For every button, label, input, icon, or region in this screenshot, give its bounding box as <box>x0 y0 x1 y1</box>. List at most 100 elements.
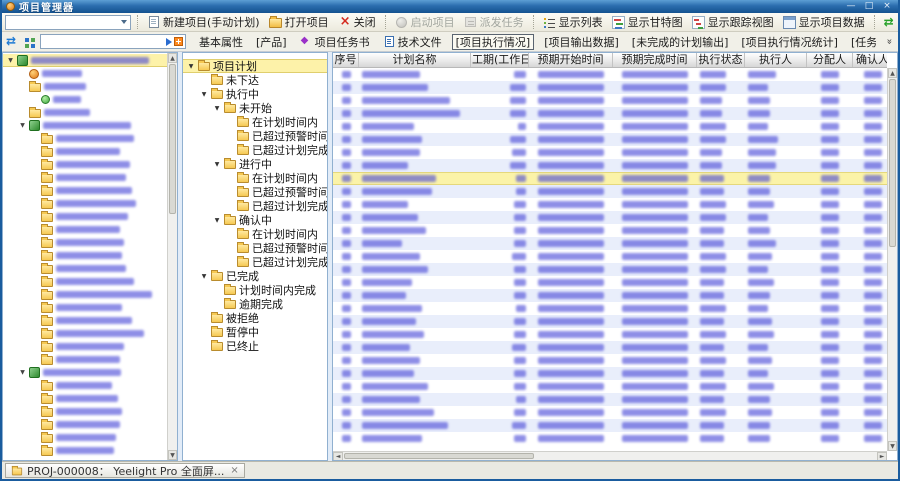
table-row[interactable] <box>333 302 887 315</box>
tree-expand-icon[interactable]: ▼ <box>213 105 221 112</box>
table-column-header[interactable]: 分配人 <box>807 53 853 67</box>
table-column-header[interactable]: 预期完成时间 <box>613 53 697 67</box>
tab-unfinished-plan-output[interactable]: [未完成的计划输出] <box>629 34 732 50</box>
tree-expand-icon[interactable]: ▼ <box>19 122 26 129</box>
left-tree-item[interactable]: ▼ <box>3 119 167 132</box>
tree-expand-icon[interactable]: ▼ <box>213 161 221 168</box>
left-tree-item[interactable] <box>3 106 167 119</box>
advanced-search-icon[interactable] <box>174 37 183 46</box>
scroll-down-icon[interactable]: ▼ <box>168 450 177 460</box>
left-tree-item[interactable] <box>3 184 167 197</box>
tab-basic-props[interactable]: 基本属性 <box>196 34 246 50</box>
plan-tree-item[interactable]: 在计划时间内 <box>183 171 327 185</box>
left-tree-item[interactable] <box>3 314 167 327</box>
left-tree-item[interactable] <box>3 327 167 340</box>
table-row[interactable] <box>333 250 887 263</box>
plan-tree-item[interactable]: ▼ 未开始 <box>183 101 327 115</box>
plan-tree-item[interactable]: ▼ 进行中 <box>183 157 327 171</box>
close-project-button[interactable]: 关闭 <box>334 14 380 31</box>
new-project-button[interactable]: 新建项目(手动计划) <box>144 14 264 31</box>
table-vertical-scrollbar[interactable]: ▲ ▼ <box>887 68 897 451</box>
plan-tree-item[interactable]: 已超过预警时间 <box>183 129 327 143</box>
tab-product[interactable]: [产品] <box>253 34 290 50</box>
left-tree-scrollbar[interactable]: ▲ ▼ <box>167 53 177 460</box>
tree-expand-icon[interactable]: ▼ <box>200 91 208 98</box>
table-row[interactable] <box>333 224 887 237</box>
left-tree-item[interactable] <box>3 197 167 210</box>
left-tree-item[interactable] <box>3 132 167 145</box>
left-tree-item[interactable] <box>3 275 167 288</box>
tab-tech-files[interactable]: 技术文件 <box>380 34 445 50</box>
left-tree-item[interactable] <box>3 80 167 93</box>
left-tree-item[interactable] <box>3 171 167 184</box>
plan-tree-item[interactable]: 已超过预警时间 <box>183 241 327 255</box>
tab-project-task-doc[interactable]: 项目任务书 <box>297 34 373 50</box>
tab-close-icon[interactable]: × <box>230 465 238 476</box>
tab-exec-status-stats[interactable]: [项目执行情况统计] <box>738 34 841 50</box>
tree-expand-icon[interactable]: ▼ <box>200 273 208 280</box>
close-button[interactable]: × <box>880 1 894 12</box>
table-row[interactable] <box>333 393 887 406</box>
left-tree-item[interactable] <box>3 353 167 366</box>
table-row[interactable] <box>333 328 887 341</box>
search-input[interactable] <box>41 36 164 47</box>
show-project-data-button[interactable]: 显示项目数据 <box>779 14 869 31</box>
left-tree-item[interactable] <box>3 405 167 418</box>
left-tree-item[interactable] <box>3 444 167 457</box>
plan-tree-item[interactable]: ▼ 已完成 <box>183 269 327 283</box>
expand-tree-icon[interactable] <box>24 36 36 48</box>
table-row[interactable] <box>333 185 887 198</box>
table-row[interactable] <box>333 237 887 250</box>
left-tree-item[interactable] <box>3 379 167 392</box>
table-row[interactable] <box>333 68 887 81</box>
table-row[interactable] <box>333 94 887 107</box>
open-project-button[interactable]: 打开项目 <box>265 14 333 31</box>
tree-expand-icon[interactable]: ▼ <box>213 217 221 224</box>
table-row[interactable] <box>333 107 887 120</box>
left-tree-item[interactable] <box>3 236 167 249</box>
scroll-up-icon[interactable]: ▲ <box>168 53 177 63</box>
table-row[interactable] <box>333 380 887 393</box>
plan-tree-item[interactable]: ▼ 项目计划 <box>183 59 327 73</box>
left-tree-item[interactable]: ▼ <box>3 54 167 67</box>
left-tree-item[interactable] <box>3 262 167 275</box>
plan-tree-item[interactable]: 逾期完成 <box>183 297 327 311</box>
scroll-left-icon[interactable]: ◄ <box>333 452 343 460</box>
open-project-tab[interactable]: PROJ-000008： Yeelight Pro 全面屏... × <box>5 463 245 478</box>
plan-tree-item[interactable]: 在计划时间内 <box>183 227 327 241</box>
table-column-header[interactable]: 预期开始时间 <box>529 53 613 67</box>
plan-tree-item[interactable]: ▼ 确认中 <box>183 213 327 227</box>
table-row[interactable] <box>333 419 887 432</box>
tab-task-completion-stats[interactable]: [任务完成情况统计] <box>848 34 876 50</box>
tree-expand-icon[interactable]: ▼ <box>7 57 14 64</box>
scrollbar-thumb[interactable] <box>169 64 176 214</box>
table-row[interactable] <box>333 289 887 302</box>
table-row[interactable] <box>333 133 887 146</box>
table-row[interactable] <box>333 198 887 211</box>
left-tree-item[interactable] <box>3 288 167 301</box>
plan-tree-item[interactable]: 已终止 <box>183 339 327 353</box>
table-row[interactable] <box>333 263 887 276</box>
table-row[interactable] <box>333 120 887 133</box>
tabs-overflow-button[interactable]: » <box>883 38 894 44</box>
table-column-header[interactable]: 确认人 <box>853 53 887 67</box>
left-tree-item[interactable] <box>3 145 167 158</box>
plan-tree-item[interactable]: 已超过计划完成时间 <box>183 199 327 213</box>
tab-output-data[interactable]: [项目输出数据] <box>541 34 622 50</box>
left-tree-item[interactable] <box>3 418 167 431</box>
table-horizontal-scrollbar[interactable]: ◄ ► <box>333 451 887 460</box>
table-row[interactable] <box>333 81 887 94</box>
plan-tree-item[interactable]: 已超过预警时间 <box>183 185 327 199</box>
plan-tree-item[interactable]: 未下达 <box>183 73 327 87</box>
scrollbar-thumb[interactable] <box>344 453 534 459</box>
table-row[interactable] <box>333 211 887 224</box>
table-row[interactable] <box>333 276 887 289</box>
plan-tree-item[interactable]: 暂停中 <box>183 325 327 339</box>
left-tree-item[interactable] <box>3 223 167 236</box>
table-row[interactable] <box>333 146 887 159</box>
left-tree-item[interactable] <box>3 392 167 405</box>
table-row[interactable] <box>333 341 887 354</box>
show-tracking-button[interactable]: 显示跟踪视图 <box>688 14 778 31</box>
table-row[interactable] <box>333 315 887 328</box>
table-column-header[interactable]: 执行状态 <box>697 53 745 67</box>
